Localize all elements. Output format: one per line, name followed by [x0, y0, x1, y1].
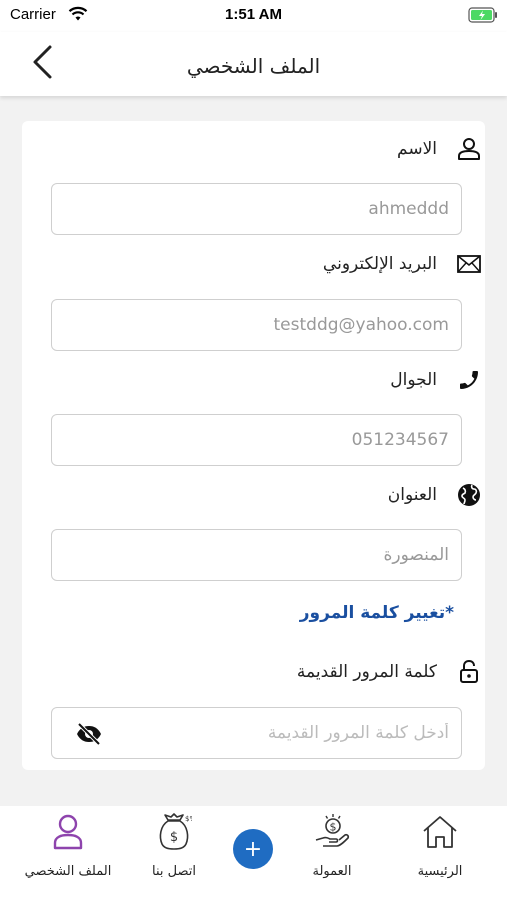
name-field[interactable]: [51, 183, 462, 235]
address-label: العنوان: [387, 485, 437, 505]
add-button[interactable]: +: [233, 829, 273, 869]
email-field[interactable]: [51, 299, 462, 351]
tab-profile[interactable]: الملف الشخصي: [18, 812, 118, 879]
svg-text:$: $: [330, 821, 337, 834]
svg-text:$: $: [170, 830, 178, 845]
page-title: الملف الشخصي: [186, 54, 321, 78]
mobile-input[interactable]: [52, 415, 461, 465]
mobile-field[interactable]: [51, 414, 462, 466]
email-label-row: البريد الإلكتروني: [322, 248, 481, 280]
address-label-row: العنوان: [387, 479, 480, 511]
mobile-label: الجوال: [390, 370, 437, 390]
old-password-label-row: كلمة المرور القديمة: [296, 656, 478, 688]
tab-home-label: الرئيسية: [417, 864, 463, 879]
battery-icon: [468, 7, 498, 23]
navigation-bar: الملف الشخصي: [0, 32, 507, 96]
tab-commission-label: العمولة: [312, 864, 352, 879]
name-input[interactable]: [52, 184, 461, 234]
globe-icon: [455, 481, 483, 509]
address-input[interactable]: [52, 530, 461, 580]
mobile-label-row: الجوال: [390, 364, 478, 396]
email-label: البريد الإلكتروني: [322, 254, 437, 274]
hand-coin-icon: $: [313, 812, 351, 856]
tab-commission[interactable]: $ العمولة: [282, 812, 382, 879]
address-field[interactable]: [51, 529, 462, 581]
eye-off-icon[interactable]: [74, 721, 104, 747]
user-icon: [455, 135, 483, 163]
email-input[interactable]: [52, 300, 461, 350]
home-icon: [421, 814, 459, 854]
old-password-label: كلمة المرور القديمة: [296, 662, 437, 682]
svg-text:$%: $%: [185, 815, 192, 823]
bottom-tab-bar: الملف الشخصي $ $% اتصل بنا + $ العمولة ال…: [0, 806, 507, 900]
old-password-field[interactable]: [51, 707, 462, 759]
tab-contact[interactable]: $ $% اتصل بنا: [124, 812, 224, 879]
clock: 1:51 AM: [225, 6, 282, 23]
change-password-link[interactable]: *تغيير كلمة المرور: [300, 603, 454, 623]
lock-icon: [455, 658, 483, 686]
old-password-input[interactable]: [52, 708, 461, 758]
name-label: الاسم: [397, 139, 437, 159]
plus-icon: +: [243, 836, 263, 862]
phone-icon: [455, 366, 483, 394]
envelope-icon: [455, 250, 483, 278]
tab-contact-label: اتصل بنا: [152, 864, 196, 879]
user-icon: [51, 813, 85, 855]
status-bar: Carrier 1:51 AM: [0, 0, 507, 32]
tab-profile-label: الملف الشخصي: [24, 864, 112, 879]
tab-home[interactable]: الرئيسية: [390, 812, 490, 879]
name-label-row: الاسم: [397, 133, 480, 165]
money-bag-icon: $ $%: [156, 812, 196, 856]
